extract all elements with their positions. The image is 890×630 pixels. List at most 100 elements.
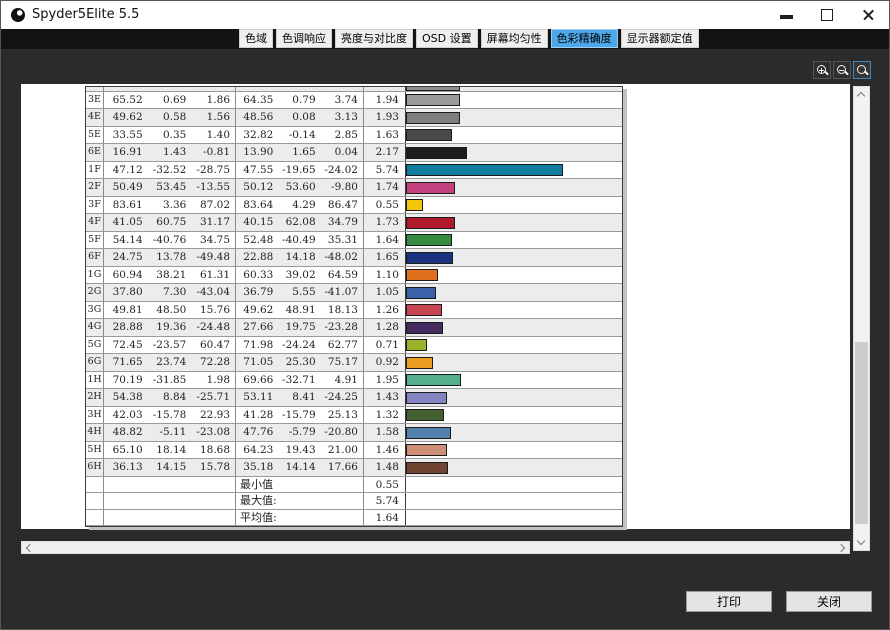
table-row: 3G49.8148.5015.7649.6248.9118.131.26 <box>86 302 622 320</box>
table-row: 5G72.45-23.5760.4771.98-24.2462.770.71 <box>86 337 622 355</box>
patch-id-cell: 1G <box>86 267 104 284</box>
measured-lab-cell: 71.6523.7472.28 <box>104 354 236 371</box>
patch-id-cell: 6E <box>86 144 104 161</box>
table-row: 1H70.19-31.851.9869.66-32.714.911.95 <box>86 372 622 390</box>
bar-chart-cell <box>406 232 622 249</box>
delta-e-cell: 1.43 <box>364 389 406 406</box>
minimize-icon <box>780 15 793 19</box>
reference-lab-cell: 40.1562.0834.79 <box>236 214 364 231</box>
zoom-in-button[interactable] <box>813 61 831 79</box>
delta-e-cell: 2.17 <box>364 144 406 161</box>
table-row: 6E16.911.43-0.8113.901.650.042.17 <box>86 144 622 162</box>
delta-e-cell: 1.48 <box>364 459 406 476</box>
tab-4[interactable]: 屏幕均匀性 <box>481 29 548 48</box>
zoom-out-button[interactable] <box>833 61 851 79</box>
bar-chart-cell <box>406 477 622 493</box>
vertical-scroll-thumb[interactable] <box>855 342 868 524</box>
delta-e-bar <box>406 444 447 456</box>
delta-e-cell: 1.58 <box>364 424 406 441</box>
measured-lab-cell: 70.19-31.851.98 <box>104 372 236 389</box>
measured-lab-cell: 65.520.691.86 <box>104 92 236 109</box>
tab-5[interactable]: 色彩精确度 <box>551 29 618 48</box>
patch-id-cell <box>86 87 104 91</box>
reference-lab-cell: 27.6619.75-23.28 <box>236 319 364 336</box>
maximize-button[interactable] <box>807 1 847 29</box>
measured-lab-cell: 37.807.30-43.04 <box>104 284 236 301</box>
delta-e-cell: 1.74 <box>364 179 406 196</box>
delta-e-bar <box>406 129 452 141</box>
tab-1[interactable]: 色调响应 <box>276 29 332 48</box>
bar-chart-cell <box>406 424 622 441</box>
print-button[interactable]: 打印 <box>686 591 772 612</box>
bar-chart-cell <box>406 162 622 179</box>
zoom-reset-icon <box>864 70 869 75</box>
patch-id-cell: 4H <box>86 424 104 441</box>
zoom-out-icon <box>839 70 844 71</box>
table-row: 4G28.8819.36-24.4827.6619.75-23.281.28 <box>86 319 622 337</box>
bar-chart-cell <box>406 267 622 284</box>
delta-e-cell: 0.71 <box>364 337 406 354</box>
patch-id-cell: 5H <box>86 442 104 459</box>
delta-e-cell: 1.05 <box>364 284 406 301</box>
measured-lab-cell: 49.8148.5015.76 <box>104 302 236 319</box>
delta-e-bar <box>406 147 467 159</box>
scroll-down-icon[interactable] <box>857 537 865 545</box>
tab-6[interactable]: 显示器额定值 <box>621 29 699 48</box>
vertical-scrollbar[interactable] <box>853 86 870 551</box>
bar-chart-cell <box>406 214 622 231</box>
scroll-right-icon[interactable] <box>837 544 845 552</box>
scroll-left-icon[interactable] <box>26 544 34 552</box>
minimize-button[interactable] <box>766 1 806 29</box>
measured-lab-cell: 24.7513.78-49.48 <box>104 249 236 266</box>
patch-id-cell: 2G <box>86 284 104 301</box>
measured-lab-cell: 28.8819.36-24.48 <box>104 319 236 336</box>
bar-chart-cell <box>406 92 622 109</box>
measured-lab-cell: 36.1314.1515.78 <box>104 459 236 476</box>
reference-lab-cell: 49.6248.9118.13 <box>236 302 364 319</box>
reference-lab-cell: 41.28-15.7925.13 <box>236 407 364 424</box>
zoom-in-icon <box>824 70 829 75</box>
zoom-toolbar <box>813 61 871 79</box>
empty-cell <box>104 493 236 509</box>
reference-lab-cell: 32.82-0.142.85 <box>236 127 364 144</box>
table-row: 2H54.388.84-25.7153.118.41-24.251.43 <box>86 389 622 407</box>
zoom-reset-button[interactable] <box>853 61 871 79</box>
bar-chart-cell <box>406 87 622 91</box>
close-button[interactable] <box>848 1 888 29</box>
table-row: 6G71.6523.7472.2871.0525.3075.170.92 <box>86 354 622 372</box>
measured-lab-cell: 54.388.84-25.71 <box>104 389 236 406</box>
patch-id-cell: 6H <box>86 459 104 476</box>
table-row: 5F54.14-40.7634.7552.48-40.4935.311.64 <box>86 232 622 250</box>
patch-id-cell: 1F <box>86 162 104 179</box>
tab-2[interactable]: 亮度与对比度 <box>335 29 413 48</box>
bar-chart-cell <box>406 109 622 126</box>
close-dialog-button[interactable]: 关闭 <box>786 591 872 612</box>
table-row: 4E49.620.581.5648.560.083.131.93 <box>86 109 622 127</box>
scroll-up-icon[interactable] <box>857 92 865 100</box>
table-row: 3E65.520.691.8664.350.793.741.94 <box>86 92 622 110</box>
delta-e-bar <box>406 322 443 334</box>
summary-value-cell: 0.55 <box>364 477 406 493</box>
tab-0[interactable]: 色域 <box>239 29 273 48</box>
table-row: 最大值:5.74 <box>86 493 622 510</box>
delta-e-bar <box>406 94 460 106</box>
delta-e-bar <box>406 374 461 386</box>
empty-cell <box>104 510 236 526</box>
measured-lab-cell: 54.14-40.7634.75 <box>104 232 236 249</box>
delta-e-bar <box>406 304 442 316</box>
app-logo-icon <box>11 8 25 22</box>
reference-lab-cell: 35.1814.1417.66 <box>236 459 364 476</box>
bar-chart-cell <box>406 389 622 406</box>
reference-lab-cell: 64.2319.4321.00 <box>236 442 364 459</box>
content-area: 3E65.520.691.8664.350.793.741.944E49.620… <box>1 49 889 629</box>
table-row: 最小值0.55 <box>86 477 622 494</box>
delta-e-bar <box>406 269 438 281</box>
reference-lab-cell: 71.98-24.2462.77 <box>236 337 364 354</box>
delta-e-bar <box>406 164 563 176</box>
measured-lab-cell: 60.9438.2161.31 <box>104 267 236 284</box>
tab-3[interactable]: OSD 设置 <box>416 29 478 48</box>
patch-id-cell: 2F <box>86 179 104 196</box>
delta-e-cell: 1.73 <box>364 214 406 231</box>
horizontal-scrollbar[interactable] <box>21 541 850 554</box>
measured-lab-cell: 41.0560.7531.17 <box>104 214 236 231</box>
